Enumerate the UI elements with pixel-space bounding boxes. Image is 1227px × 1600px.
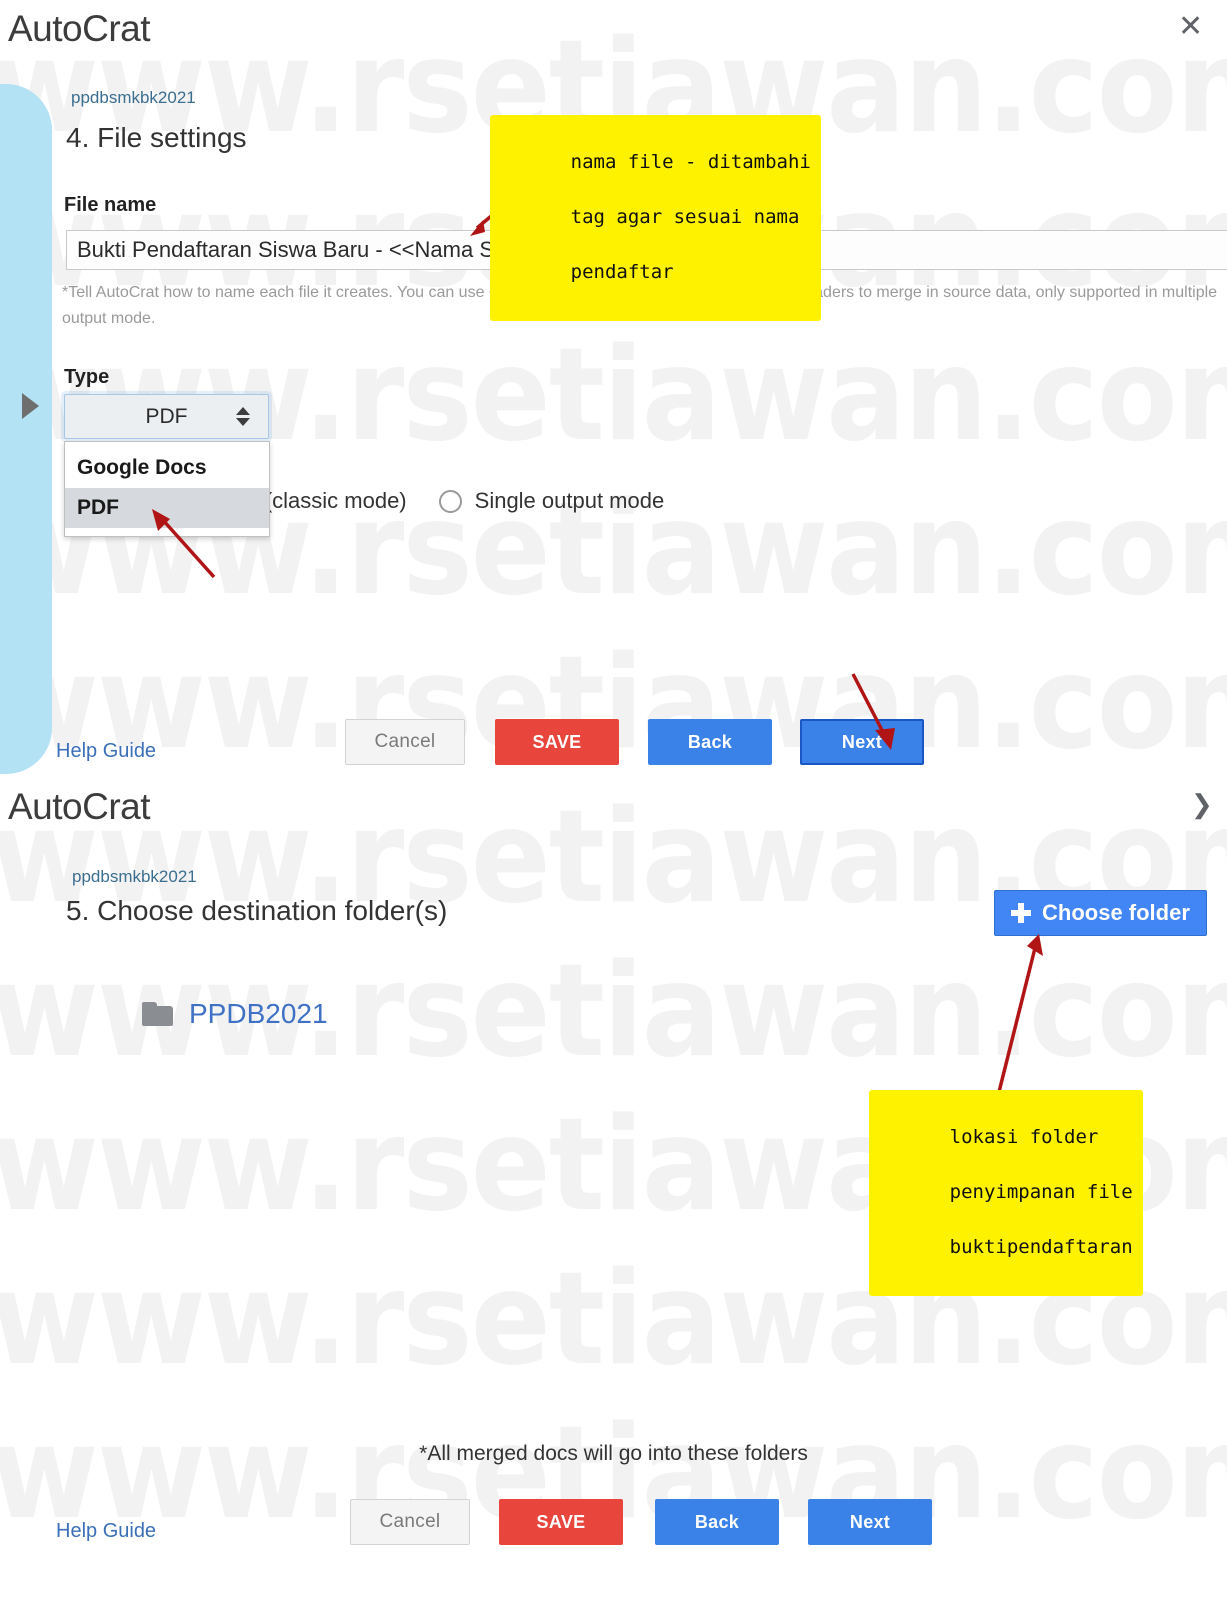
- breadcrumb: ppdbsmkbk2021: [72, 867, 197, 886]
- type-select[interactable]: PDF: [64, 394, 269, 439]
- cancel-button[interactable]: Cancel: [350, 1499, 470, 1545]
- dropdown-option-google-docs[interactable]: Google Docs: [65, 448, 269, 488]
- folder-name: PPDB2021: [189, 998, 328, 1029]
- radio-circle-icon[interactable]: [438, 489, 462, 513]
- destination-folder-panel: AutoCrat ❯ ppdbsmkbk2021 5. Choose desti…: [0, 782, 1227, 1600]
- app-title: AutoCrat: [8, 786, 151, 827]
- save-button[interactable]: SAVE: [495, 719, 619, 765]
- dropdown-option-pdf[interactable]: PDF: [65, 488, 269, 528]
- annotation-folder-location: lokasi folder penyimpanan file buktipend…: [869, 1090, 1143, 1296]
- file-name-label: File name: [64, 194, 157, 216]
- plus-icon: [1011, 903, 1031, 923]
- annotation-line-2: tag agar sesuai nama: [570, 203, 800, 232]
- page-title: 4. File settings: [66, 122, 247, 153]
- footer-note: *All merged docs will go into these fold…: [419, 1442, 808, 1465]
- help-guide-link[interactable]: Help Guide: [56, 740, 156, 763]
- help-guide-link[interactable]: Help Guide: [56, 1520, 156, 1543]
- folder-icon: [142, 1002, 173, 1026]
- radio-single-label: Single output mode: [474, 488, 665, 513]
- save-button[interactable]: SAVE: [499, 1499, 623, 1545]
- file-settings-panel: AutoCrat ✕ ppdbsmkbk2021 4. File setting…: [0, 0, 1227, 782]
- left-rail: [0, 84, 52, 774]
- next-button[interactable]: Next: [800, 719, 924, 765]
- annotation-file-name: nama file - ditambahi tag agar sesuai na…: [490, 115, 821, 321]
- choose-folder-button[interactable]: Choose folder: [994, 890, 1207, 936]
- screenshot-root: www.rsetiawan.com www.rsetiawan.com www.…: [0, 0, 1227, 1600]
- expand-arrow-icon[interactable]: [22, 393, 39, 419]
- annotation-arrow-choose-folder: [997, 934, 1043, 1093]
- annotation-line-3: buktipendaftaran: [949, 1233, 1133, 1262]
- next-button[interactable]: Next: [808, 1499, 932, 1545]
- type-dropdown-list[interactable]: Google Docs PDF: [64, 441, 270, 537]
- app-title: AutoCrat: [8, 8, 151, 49]
- annotation-line-1: lokasi folder: [949, 1123, 1099, 1152]
- output-mode-group: ode (classic mode) Single output mode: [222, 488, 664, 514]
- radio-single-output-mode[interactable]: Single output mode: [438, 488, 665, 514]
- close-icon[interactable]: ✕: [1178, 12, 1203, 42]
- list-item[interactable]: PPDB2021: [142, 998, 328, 1030]
- breadcrumb: ppdbsmkbk2021: [71, 88, 196, 107]
- back-button[interactable]: Back: [655, 1499, 779, 1545]
- annotation-line-1: nama file - ditambahi: [570, 148, 811, 177]
- page-title: 5. Choose destination folder(s): [66, 895, 448, 926]
- type-label: Type: [64, 366, 110, 388]
- annotation-line-2: penyimpanan file: [949, 1178, 1133, 1207]
- annotation-line-3: pendaftar: [570, 258, 674, 287]
- chevron-right-icon[interactable]: ❯: [1191, 789, 1213, 820]
- type-select-value: PDF: [145, 404, 188, 428]
- spinner-icon: [236, 407, 250, 426]
- cancel-button[interactable]: Cancel: [345, 719, 465, 765]
- back-button[interactable]: Back: [648, 719, 772, 765]
- choose-folder-label: Choose folder: [1042, 900, 1190, 925]
